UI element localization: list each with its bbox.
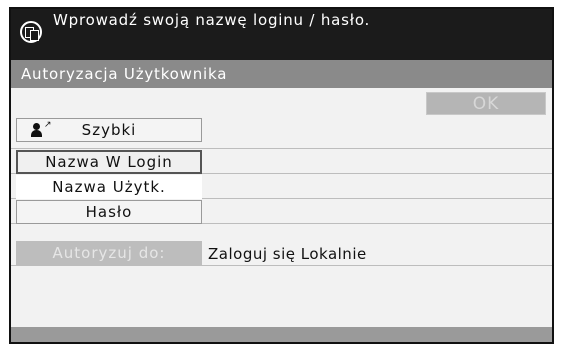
copy-pages-icon bbox=[20, 21, 42, 43]
login-name-label: Nazwa W Login bbox=[45, 153, 173, 171]
header-bar: Wprowadź swoją nazwę loginu / hasło. bbox=[11, 9, 552, 60]
password-label: Hasło bbox=[85, 203, 133, 221]
login-name-button[interactable]: Nazwa W Login bbox=[16, 150, 202, 174]
row-divider bbox=[11, 148, 552, 149]
header-message: Wprowadź swoją nazwę loginu / hasło. bbox=[53, 11, 371, 29]
quick-login-label: Szybki bbox=[81, 121, 137, 139]
password-button[interactable]: Hasło bbox=[16, 200, 202, 224]
authorize-to-label: Autoryzuj do: bbox=[52, 244, 166, 262]
bottom-bar bbox=[11, 327, 552, 342]
user-name-button[interactable]: Nazwa Użytk. bbox=[16, 175, 202, 199]
person-arrow-icon: ↗ bbox=[31, 121, 52, 137]
row-divider bbox=[11, 265, 552, 266]
login-screen: Wprowadź swoją nazwę loginu / hasło. Aut… bbox=[9, 7, 554, 344]
user-name-label: Nazwa Użytk. bbox=[52, 178, 166, 196]
quick-login-button[interactable]: ↗ Szybki bbox=[16, 118, 202, 142]
authorize-to-value: Zaloguj się Lokalnie bbox=[208, 245, 367, 263]
ok-button[interactable]: OK bbox=[426, 92, 546, 115]
screen-title: Autoryzacja Użytkownika bbox=[11, 60, 552, 88]
authorize-to-button: Autoryzuj do: bbox=[16, 241, 202, 265]
